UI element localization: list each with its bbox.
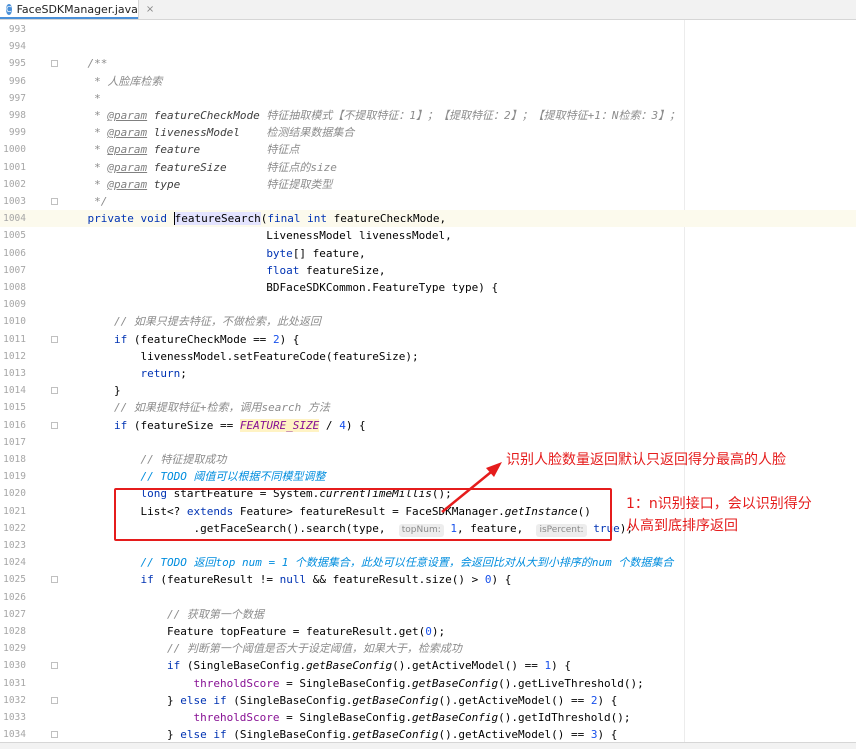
annotation-note-right-line2: 从高到底排序返回 [626, 518, 738, 534]
annotation-note-right-line1: 1：n识别接口，会以识别得分 [626, 496, 812, 512]
annotation-arrow [441, 462, 502, 513]
annotation-note-right: 1：n识别接口，会以识别得分 从高到底排序返回 [626, 493, 812, 537]
annotation-note-top: 识别人脸数量返回默认只返回得分最高的人脸 [506, 452, 786, 468]
